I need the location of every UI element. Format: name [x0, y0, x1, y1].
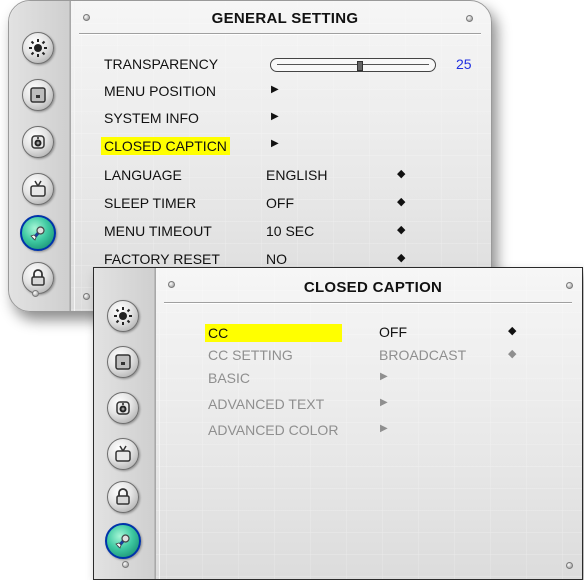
menu-timeout-label: MENU TIMEOUT — [104, 223, 212, 239]
language-label: LANGUAGE — [104, 167, 182, 183]
brightness-icon[interactable] — [107, 300, 139, 332]
picture-icon[interactable] — [22, 79, 54, 111]
transparency-value: 25 — [456, 56, 472, 72]
title-divider — [79, 33, 481, 35]
lock-icon[interactable] — [107, 481, 139, 513]
factory-reset-label: FACTORY RESET — [104, 251, 220, 267]
updown-arrow-icon[interactable]: ◆ — [397, 251, 405, 264]
submenu-arrow-icon: ▶ — [380, 371, 388, 382]
slider-thumb[interactable] — [357, 61, 364, 71]
closed-caption-panel: CLOSED CAPTION CC OFF ◆ CC SETTING BROAD… — [93, 267, 583, 580]
screw — [32, 290, 39, 297]
cc-setting-label: CC SETTING — [208, 347, 293, 363]
updown-arrow-icon[interactable]: ◆ — [397, 195, 405, 208]
sleep-timer-value: OFF — [266, 195, 294, 211]
audio-icon[interactable] — [22, 126, 54, 158]
general-sidebar — [9, 1, 75, 311]
language-value: ENGLISH — [266, 167, 328, 183]
submenu-arrow-icon: ▶ — [271, 84, 279, 95]
cc-setting-value: BROADCAST — [379, 347, 467, 363]
transparency-slider[interactable] — [270, 58, 436, 72]
settings-wrench-icon[interactable] — [105, 523, 141, 559]
audio-icon[interactable] — [107, 392, 139, 424]
title-divider — [164, 302, 572, 304]
submenu-arrow-icon: ▶ — [380, 397, 388, 408]
updown-arrow-icon[interactable]: ◆ — [397, 167, 405, 180]
cc-label: CC — [205, 324, 342, 342]
updown-arrow-icon[interactable]: ◆ — [508, 347, 516, 360]
screw — [566, 562, 573, 569]
general-setting-panel: GENERAL SETTING TRANSPARENCY 25 MENU POS… — [8, 0, 492, 312]
menu-timeout-value: 10 SEC — [266, 223, 315, 239]
advanced-text-label: ADVANCED TEXT — [208, 396, 325, 412]
screw — [122, 561, 129, 568]
basic-label: BASIC — [208, 370, 251, 386]
transparency-label: TRANSPARENCY — [104, 56, 219, 72]
cc-value: OFF — [379, 324, 407, 340]
closed-caption-sidebar — [94, 268, 160, 579]
tv-icon[interactable] — [22, 173, 54, 205]
brightness-icon[interactable] — [22, 32, 54, 64]
tv-icon[interactable] — [107, 438, 139, 470]
picture-icon[interactable] — [107, 346, 139, 378]
menu-position-label: MENU POSITION — [104, 83, 217, 99]
factory-reset-value: NO — [266, 251, 287, 267]
updown-arrow-icon[interactable]: ◆ — [397, 223, 405, 236]
screw — [83, 293, 90, 300]
submenu-arrow-icon: ▶ — [380, 423, 388, 434]
general-setting-title: GENERAL SETTING — [211, 10, 359, 27]
sleep-timer-label: SLEEP TIMER — [104, 195, 197, 211]
closed-caption-title: CLOSED CAPTION — [303, 279, 443, 296]
updown-arrow-icon[interactable]: ◆ — [508, 324, 516, 337]
submenu-arrow-icon: ▶ — [271, 138, 279, 149]
settings-wrench-icon[interactable] — [20, 215, 56, 251]
system-info-label: SYSTEM INFO — [104, 110, 199, 126]
advanced-color-label: ADVANCED COLOR — [208, 422, 339, 438]
submenu-arrow-icon: ▶ — [271, 111, 279, 122]
lock-icon[interactable] — [22, 262, 54, 294]
closed-caption-label: CLOSED CAPTICN — [101, 137, 230, 155]
